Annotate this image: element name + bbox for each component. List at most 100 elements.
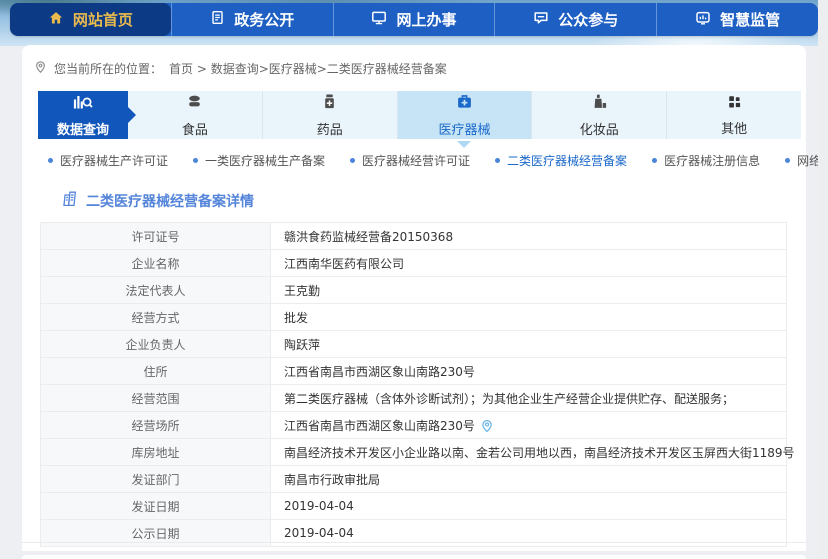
bullet-dot-icon	[785, 158, 790, 163]
table-row: 发证部门 南昌市行政审批局	[41, 466, 787, 493]
detail-table: 许可证号 赣洪食药监械经营备20150368 企业名称 江西南华医药有限公司 法…	[40, 222, 787, 547]
subnav-label: 医疗器械注册信息	[664, 152, 760, 169]
table-row: 住所 江西省南昌市西湖区象山南路230号	[41, 358, 787, 385]
row-value-cell: 江西省南昌市西湖区象山南路230号	[271, 358, 787, 385]
table-row: 企业负责人 陶跃萍	[41, 331, 787, 358]
row-value-cell: 批发	[271, 304, 787, 331]
section-title-text: 二类医疗器械经营备案详情	[86, 191, 254, 211]
tab-label: 食品	[182, 119, 208, 138]
row-value: 第二类医疗器械（含体外诊断试剂）；为其他企业生产经营企业提供贮存、配送服务；	[284, 392, 734, 406]
table-row: 库房地址 南昌经济技术开发区小企业路以南、金若公司用地以西，南昌经济技术开发区玉…	[41, 439, 787, 466]
tab-label: 医疗器械	[438, 119, 490, 138]
card-bottom-divider	[22, 542, 806, 543]
sub-navigation: 医疗器械生产许可证 一类医疗器械生产备案 医疗器械经营许可证 二类医疗器械经营备…	[22, 139, 806, 181]
row-label: 发证日期	[41, 493, 271, 520]
table-row: 法定代表人 王克勤	[41, 277, 787, 304]
subnav-label: 一类医疗器械生产备案	[205, 152, 325, 169]
nav-item-label: 网上办事	[396, 9, 456, 30]
category-tabs: 数据查询 食品 药品 医疗器械 化妆品 其他	[38, 91, 801, 139]
location-pin-icon[interactable]	[480, 419, 494, 433]
page: 网站首页 政务公开 网上办事 公众参与 智慧监管 您当前所在的位置： 首页 > …	[0, 0, 828, 559]
nav-item-public-participation[interactable]: 公众参与	[494, 3, 656, 36]
row-value-cell: 江西南华医药有限公司	[271, 250, 787, 277]
row-value: 2019-04-04	[284, 526, 354, 540]
row-label: 企业负责人	[41, 331, 271, 358]
row-value-cell: 第二类医疗器械（含体外诊断试剂）；为其他企业生产经营企业提供贮存、配送服务；	[271, 385, 787, 412]
tab-food[interactable]: 食品	[128, 91, 263, 139]
nav-item-home[interactable]: 网站首页	[10, 3, 171, 36]
tab-drugs[interactable]: 药品	[263, 91, 398, 139]
subnav-label: 医疗器械经营许可证	[362, 152, 470, 169]
data-query-icon	[73, 93, 93, 114]
scrollbar-track[interactable]	[818, 0, 828, 559]
nav-item-label: 网站首页	[73, 9, 133, 30]
monitor-icon	[371, 10, 387, 30]
subnav-class2-operation-filing[interactable]: 二类医疗器械经营备案	[495, 152, 627, 169]
food-icon	[186, 93, 203, 114]
breadcrumb-prefix: 您当前所在的位置：	[54, 60, 162, 77]
bullet-dot-icon	[652, 158, 657, 163]
row-label: 许可证号	[41, 223, 271, 250]
row-label: 发证部门	[41, 466, 271, 493]
row-value-cell: 2019-04-04	[271, 493, 787, 520]
row-value-cell: 赣洪食药监械经营备20150368	[271, 223, 787, 250]
content-card: 您当前所在的位置： 首页 > 数据查询>医疗器械>二类医疗器械经营备案 数据查询…	[22, 45, 806, 551]
bullet-dot-icon	[495, 158, 500, 163]
row-value: 江西省南昌市西湖区象山南路230号	[284, 365, 475, 379]
tab-others[interactable]: 其他	[667, 91, 801, 139]
building-icon	[62, 190, 78, 211]
row-value: 2019-04-04	[284, 499, 354, 513]
row-value: 赣洪食药监械经营备20150368	[284, 230, 453, 244]
row-value-cell: 王克勤	[271, 277, 787, 304]
nav-item-smart-supervision[interactable]: 智慧监管	[656, 3, 818, 36]
row-value: 陶跃萍	[284, 338, 320, 352]
row-value-cell: 南昌市行政审批局	[271, 466, 787, 493]
row-value: 南昌市行政审批局	[284, 473, 380, 487]
table-row: 经营场所 江西省南昌市西湖区象山南路230号	[41, 412, 787, 439]
bullet-dot-icon	[193, 158, 198, 163]
tab-label: 化妆品	[580, 119, 619, 138]
tab-data-query[interactable]: 数据查询	[38, 91, 128, 139]
subnav-operation-license[interactable]: 医疗器械经营许可证	[350, 152, 470, 169]
detail-table-body: 许可证号 赣洪食药监械经营备20150368 企业名称 江西南华医药有限公司 法…	[41, 223, 787, 547]
table-row: 发证日期 2019-04-04	[41, 493, 787, 520]
row-label: 经营范围	[41, 385, 271, 412]
row-value: 江西省南昌市西湖区象山南路230号	[284, 419, 475, 433]
tab-medical-devices[interactable]: 医疗器械	[398, 91, 533, 139]
row-label: 库房地址	[41, 439, 271, 466]
nav-item-label: 智慧监管	[720, 9, 780, 30]
nav-item-label: 公众参与	[558, 9, 618, 30]
table-row: 企业名称 江西南华医药有限公司	[41, 250, 787, 277]
footer-strip	[22, 555, 806, 559]
row-value-cell: 陶跃萍	[271, 331, 787, 358]
row-label: 企业名称	[41, 250, 271, 277]
row-label: 经营场所	[41, 412, 271, 439]
top-navigation: 网站首页 政务公开 网上办事 公众参与 智慧监管	[10, 3, 818, 36]
speech-bubble-icon	[533, 10, 549, 30]
subnav-label: 二类医疗器械经营备案	[507, 152, 627, 169]
tab-label: 药品	[317, 119, 343, 138]
nav-item-online-services[interactable]: 网上办事	[333, 3, 495, 36]
row-value-cell: 南昌经济技术开发区小企业路以南、金若公司用地以西，南昌经济技术开发区玉屏西大街1…	[271, 439, 787, 466]
row-label: 经营方式	[41, 304, 271, 331]
cosmetics-icon	[591, 93, 608, 114]
row-label: 法定代表人	[41, 277, 271, 304]
medical-device-icon	[456, 93, 473, 114]
home-icon	[48, 10, 64, 30]
document-icon	[210, 10, 225, 29]
grid-icon	[727, 94, 742, 113]
subnav-production-license[interactable]: 医疗器械生产许可证	[48, 152, 168, 169]
smart-monitor-icon	[695, 10, 711, 30]
subnav-registration-info[interactable]: 医疗器械注册信息	[652, 152, 760, 169]
tab-cosmetics[interactable]: 化妆品	[532, 91, 667, 139]
subnav-class1-production-filing[interactable]: 一类医疗器械生产备案	[193, 152, 325, 169]
breadcrumb-path[interactable]: 首页 > 数据查询>医疗器械>二类医疗器械经营备案	[169, 60, 447, 77]
breadcrumb: 您当前所在的位置： 首页 > 数据查询>医疗器械>二类医疗器械经营备案	[22, 45, 806, 87]
tab-label: 其他	[721, 118, 747, 137]
nav-item-gov-info[interactable]: 政务公开	[171, 3, 333, 36]
row-value: 王克勤	[284, 284, 320, 298]
nav-item-label: 政务公开	[234, 9, 294, 30]
table-row: 经营方式 批发	[41, 304, 787, 331]
table-row: 经营范围 第二类医疗器械（含体外诊断试剂）；为其他企业生产经营企业提供贮存、配送…	[41, 385, 787, 412]
row-label: 住所	[41, 358, 271, 385]
